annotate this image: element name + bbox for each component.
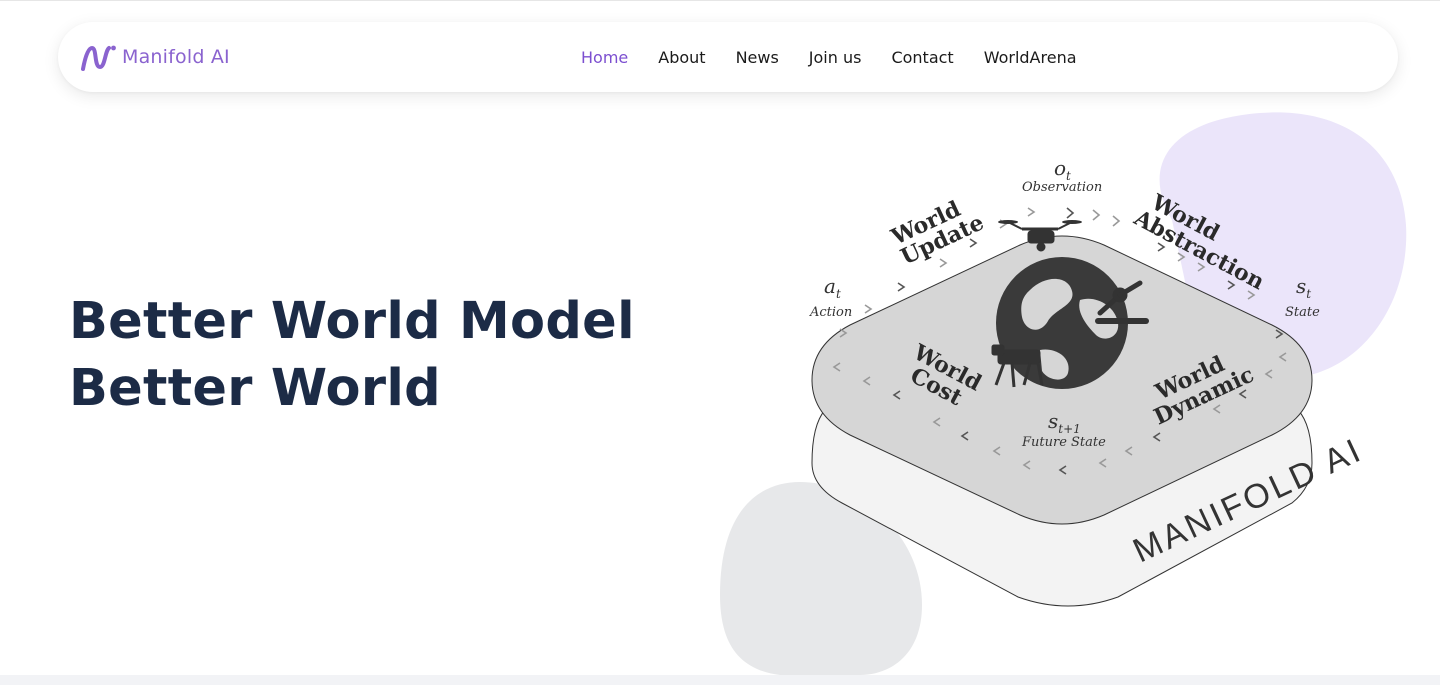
hero-illustration: MANIFOLD AI World Update World Abstracti… [700, 95, 1440, 675]
top-divider [0, 0, 1440, 1]
chevron-arrow-icon [1112, 215, 1121, 227]
state-label: State [1285, 305, 1320, 320]
nav-worldarena[interactable]: WorldArena [969, 48, 1092, 67]
future-state-label: Future State [1021, 435, 1106, 450]
manifold-logo-icon [81, 45, 116, 71]
hero-title: Better World Model Better World [69, 288, 635, 422]
section-divider [0, 675, 1440, 685]
chevron-arrow-icon [1092, 209, 1101, 221]
observation-label: Observation [1022, 180, 1102, 195]
logo-link[interactable]: Manifold AI [80, 41, 230, 73]
action-label: Action [809, 305, 852, 320]
nav-join-us[interactable]: Join us [794, 48, 877, 67]
chevron-arrow-icon [1066, 207, 1075, 219]
nav-contact[interactable]: Contact [876, 48, 968, 67]
action-symbol: at [824, 274, 841, 301]
hero-title-line-2: Better World [69, 359, 441, 418]
chevron-arrow-icon [864, 304, 873, 314]
hero-title-line-1: Better World Model [69, 292, 635, 351]
chevron-arrow-icon [1027, 207, 1036, 217]
world-update-label: World Update [887, 190, 988, 271]
navbar: Manifold AI Home About News Join us Cont… [58, 22, 1398, 92]
main-nav: Home About News Join us Contact WorldAre… [566, 22, 1092, 92]
chevron-arrow-icon [897, 282, 906, 292]
nav-about[interactable]: About [643, 48, 720, 67]
chevron-arrow-icon [939, 258, 948, 268]
logo-text: Manifold AI [122, 46, 230, 68]
nav-home[interactable]: Home [566, 48, 643, 67]
observation-symbol: ot [1054, 156, 1071, 183]
nav-news[interactable]: News [721, 48, 794, 67]
